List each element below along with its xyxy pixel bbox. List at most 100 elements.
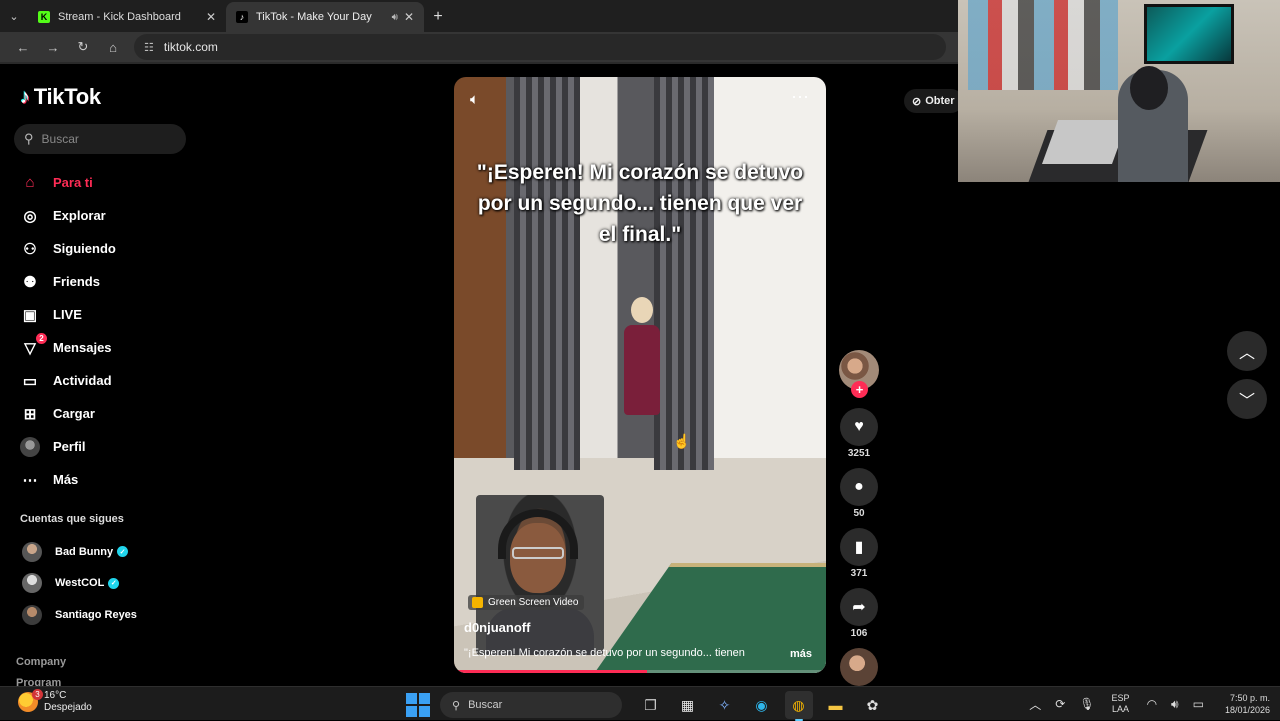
volume-icon[interactable]: 🔈︎: [470, 91, 479, 108]
video-description: "¡Esperen! Mi corazón se detuvo por un s…: [464, 647, 745, 659]
sidebar-item-live[interactable]: ▣ LIVE: [20, 298, 200, 331]
back-button[interactable]: ←: [8, 33, 38, 61]
forward-button[interactable]: →: [38, 33, 68, 61]
sync-icon[interactable]: ⟳: [1055, 697, 1065, 711]
sidebar-item-siguiendo[interactable]: ⚇ Siguiendo: [20, 232, 200, 265]
sidebar-item-label: Para ti: [53, 175, 93, 190]
video-player[interactable]: 🔈︎ ⋯ "¡Esperen! Mi corazón se detuvo por…: [454, 77, 826, 673]
search-input[interactable]: ⚲ Buscar: [14, 124, 186, 154]
tab-tiktok[interactable]: ♪ TikTok - Make Your Day 🔊︎ ✕: [226, 2, 424, 32]
close-tab-icon[interactable]: ✕: [404, 10, 414, 24]
tiktok-page: ♪ TikTok ⚲ Buscar ⌂ Para ti ◎ Explorar ⚇…: [0, 66, 960, 686]
task-view-icon[interactable]: ❐: [637, 691, 665, 719]
previous-video-button[interactable]: ︿: [1227, 331, 1267, 371]
like-button[interactable]: ♥: [840, 408, 878, 446]
reload-button[interactable]: ↻: [68, 33, 98, 61]
creator-avatar[interactable]: +: [839, 350, 879, 398]
sidebar-item-label: Friends: [53, 274, 100, 289]
effect-label: Green Screen Video: [488, 597, 579, 608]
tiktok-logo[interactable]: ♪ TikTok: [20, 84, 101, 110]
site-info-icon[interactable]: ☷: [144, 41, 154, 54]
search-icon: ⚲: [452, 699, 461, 712]
tab-search-icon[interactable]: ⌄: [0, 2, 28, 30]
comment-icon: ●: [854, 478, 864, 495]
following-account[interactable]: WestCOL ✓: [22, 568, 137, 600]
clock-date: 18/01/2026: [1224, 705, 1270, 715]
sidebar-item-mensajes[interactable]: ▽ 2 Mensajes: [20, 331, 200, 364]
edge-icon[interactable]: ◉: [748, 691, 776, 719]
share-count: 106: [850, 628, 868, 639]
home-button[interactable]: ⌂: [98, 33, 128, 61]
file-explorer-icon[interactable]: ▬: [822, 691, 850, 719]
windows-start-icon[interactable]: [406, 693, 430, 717]
footer-link-company[interactable]: Company: [16, 656, 66, 668]
effect-tag[interactable]: Green Screen Video: [468, 595, 585, 610]
audio-playing-icon[interactable]: 🔊︎: [392, 12, 398, 23]
hand-cursor-icon: ☝: [673, 433, 691, 449]
tab-kick[interactable]: K Stream - Kick Dashboard ✕: [28, 2, 226, 32]
comment-button[interactable]: ●: [840, 468, 878, 506]
chevron-up-icon: ︿: [1238, 345, 1255, 362]
tiktok-icon: ♪: [236, 11, 248, 23]
video-scene-child: [622, 297, 662, 447]
weather-desc: Despejado: [44, 702, 92, 713]
sidebar-item-label: Mensajes: [53, 340, 112, 355]
more-button[interactable]: más: [790, 648, 812, 660]
save-button[interactable]: ▮: [840, 528, 878, 566]
url-input[interactable]: ☷ tiktok.com: [134, 34, 946, 60]
sidebar-item-perfil[interactable]: Perfil: [20, 430, 200, 463]
music-disc-avatar[interactable]: [840, 648, 878, 686]
volume-icon[interactable]: 🔊︎: [1171, 697, 1179, 712]
copilot-icon[interactable]: ✧: [711, 691, 739, 719]
share-button[interactable]: ➦: [840, 588, 878, 626]
following-account[interactable]: Santiago Reyes: [22, 599, 137, 631]
following-icon: ⚇: [23, 240, 37, 258]
avatar: [22, 541, 42, 562]
verified-icon: ✓: [108, 577, 120, 589]
app-icon[interactable]: ✿: [859, 691, 887, 719]
more-icon: ⋯: [22, 471, 38, 489]
address-bar-row: ← → ↻ ⌂ ☷ tiktok.com: [0, 32, 960, 64]
comment-count: 50: [853, 508, 865, 519]
weather-widget[interactable]: 3 16°C Despejado: [18, 689, 92, 714]
microphone-icon[interactable]: 🎙︎: [1079, 697, 1094, 711]
video-options-icon[interactable]: ⋯: [791, 87, 810, 108]
tab-title: Stream - Kick Dashboard: [58, 11, 181, 23]
next-video-button[interactable]: ﹀: [1227, 379, 1267, 419]
sidebar-item-actividad[interactable]: ▭ Actividad: [20, 364, 200, 397]
green-screen-effect-icon: [472, 597, 483, 608]
new-tab-button[interactable]: +: [424, 3, 452, 31]
video-progress-bar[interactable]: [454, 670, 826, 673]
streamer-webcam-overlay: [958, 0, 1280, 182]
search-placeholder: Buscar: [41, 132, 79, 146]
store-icon[interactable]: ▦: [674, 691, 702, 719]
wifi-icon[interactable]: ◠: [1147, 697, 1157, 711]
video-author[interactable]: d0njuanoff: [464, 620, 530, 635]
taskbar-search-input[interactable]: ⚲ Buscar: [440, 692, 622, 718]
sidebar-item-explorar[interactable]: ◎ Explorar: [20, 199, 200, 232]
bookmark-icon: ▮: [854, 539, 864, 556]
footer-link-program[interactable]: Program: [16, 677, 61, 686]
clock-time: 7:50 p. m.: [1229, 693, 1270, 703]
battery-icon[interactable]: ▭: [1193, 697, 1204, 711]
sidebar-item-cargar[interactable]: ⊞ Cargar: [20, 397, 200, 430]
close-tab-icon[interactable]: ✕: [206, 10, 216, 24]
home-icon: ⌂: [25, 174, 35, 191]
account-name: Santiago Reyes: [55, 608, 137, 621]
sidebar-item-mas[interactable]: ⋯ Más: [20, 463, 200, 496]
input-language[interactable]: ESP LAA: [1112, 693, 1130, 715]
following-account[interactable]: Bad Bunny ✓: [22, 536, 137, 568]
sidebar-item-label: Actividad: [53, 373, 112, 388]
sidebar-item-para-ti[interactable]: ⌂ Para ti: [20, 166, 200, 199]
get-app-button[interactable]: ⊘ Obter: [904, 89, 960, 113]
avatar: [22, 573, 42, 594]
sidebar-item-label: Más: [53, 472, 79, 487]
follow-plus-icon[interactable]: +: [851, 381, 868, 398]
clock[interactable]: 7:50 p. m. 18/01/2026: [1225, 692, 1270, 716]
taskbar-search-placeholder: Buscar: [468, 699, 503, 711]
compass-icon: ◎: [23, 207, 37, 225]
chevron-up-icon[interactable]: ︿: [1029, 696, 1041, 713]
video-scene-curtain: [514, 77, 580, 471]
chrome-icon[interactable]: ◍: [784, 691, 813, 721]
sidebar-item-friends[interactable]: ⚉ Friends: [20, 265, 200, 298]
